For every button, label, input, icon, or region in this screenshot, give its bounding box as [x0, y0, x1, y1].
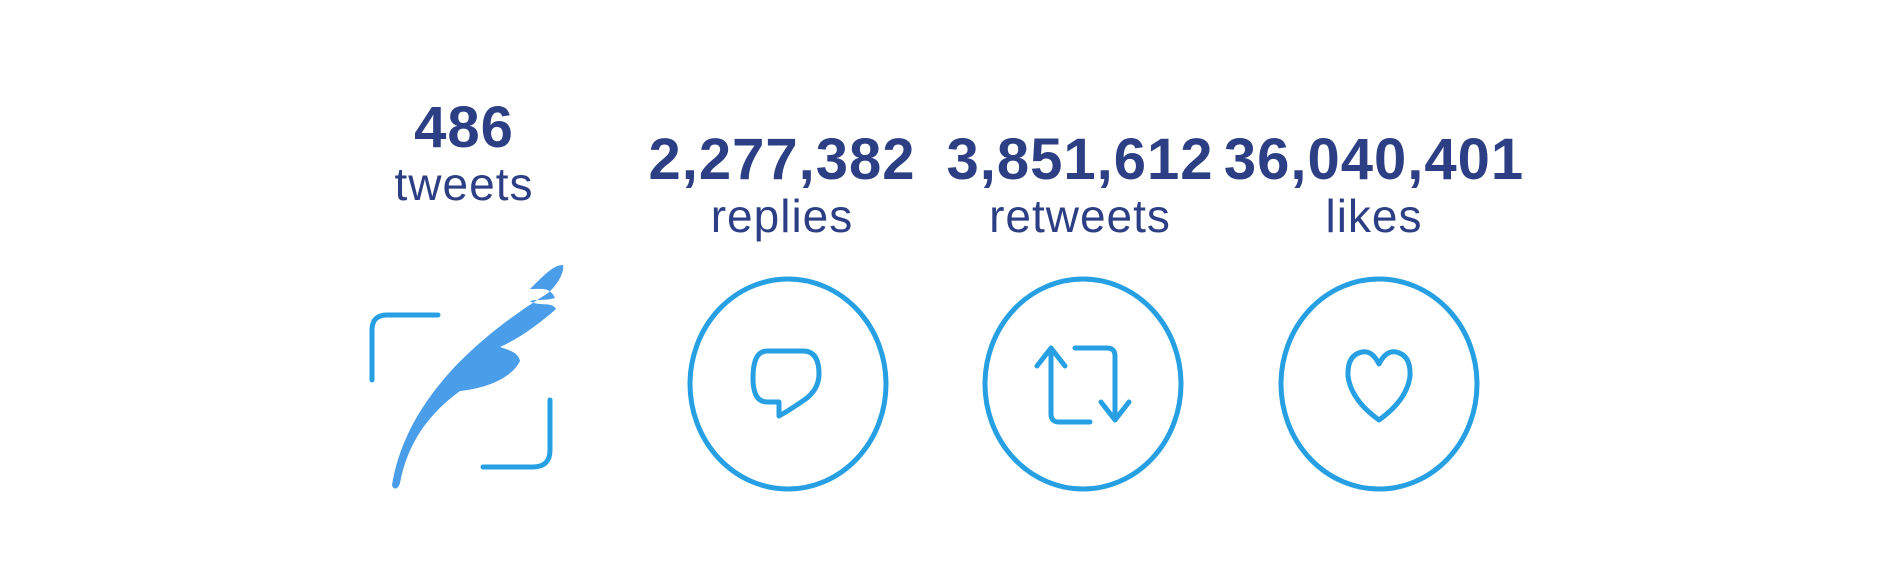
likes-stat: 36,040,401 likes [1223, 127, 1525, 243]
heart-icon [1278, 276, 1480, 492]
retweet-arrows-icon [982, 276, 1184, 492]
replies-label: replies [710, 190, 854, 242]
stats-infographic: { "colors": { "number_text": "#2c3f84", … [0, 0, 1890, 573]
tweets-stat: 486 tweets [394, 95, 534, 211]
reply-bubble-icon [687, 276, 889, 492]
tweets-label: tweets [394, 158, 534, 210]
retweets-stat: 3,851,612 retweets [946, 127, 1214, 243]
likes-count: 36,040,401 [1223, 127, 1525, 192]
quill-icon [369, 265, 564, 489]
replies-stat: 2,277,382 replies [648, 127, 916, 243]
retweets-label: retweets [989, 190, 1171, 242]
tweets-count: 486 [414, 95, 514, 160]
replies-count: 2,277,382 [648, 127, 916, 192]
likes-label: likes [1325, 190, 1423, 242]
retweets-count: 3,851,612 [946, 127, 1214, 192]
